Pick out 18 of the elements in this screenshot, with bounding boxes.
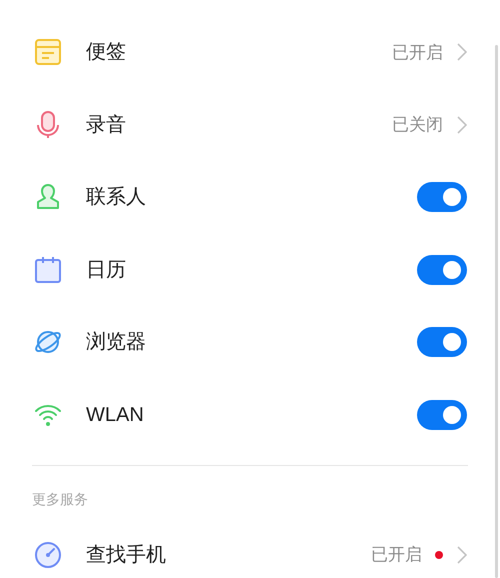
toggle-switch[interactable] <box>417 182 467 212</box>
status-text: 已开启 <box>371 544 422 566</box>
section-header: 更多服务 <box>32 490 89 508</box>
toggle-switch[interactable] <box>417 254 467 285</box>
status-text: 已开启 <box>392 42 443 64</box>
toggle-switch[interactable] <box>417 327 467 358</box>
calendar-icon <box>33 254 63 285</box>
item-label: 查找手机 <box>86 543 167 568</box>
item-label: 便签 <box>86 40 127 66</box>
item-label: 录音 <box>86 112 127 138</box>
toggle-switch[interactable] <box>417 400 467 430</box>
gauge-icon <box>33 540 63 570</box>
item-label: 日历 <box>86 258 127 283</box>
note-icon <box>33 37 63 68</box>
status-text: 已关闭 <box>392 114 443 136</box>
item-label: 联系人 <box>86 185 147 210</box>
item-label: WLAN <box>86 402 145 428</box>
item-label: 浏览器 <box>86 330 147 356</box>
